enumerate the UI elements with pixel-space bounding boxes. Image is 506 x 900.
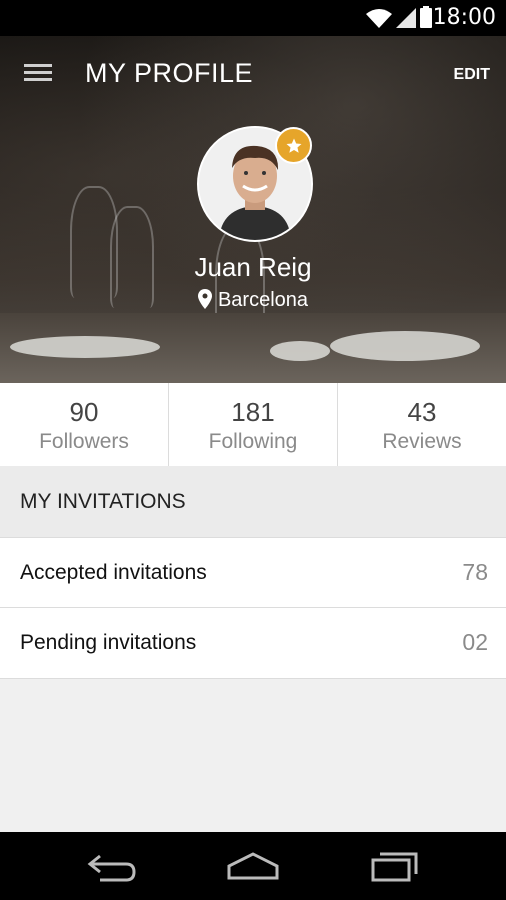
wifi-signal-battery-icons	[366, 6, 432, 28]
stat-reviews-value: 43	[407, 397, 437, 427]
status-bar: 18:00	[0, 0, 506, 36]
stat-followers-value: 90	[69, 397, 99, 427]
page-title: MY PROFILE	[85, 58, 254, 88]
plate-image	[10, 336, 160, 358]
location-pin-icon	[197, 289, 212, 309]
status-time: 18:00	[432, 5, 496, 30]
star-badge	[275, 127, 312, 164]
status-icons	[364, 6, 434, 35]
hamburger-icon	[24, 64, 52, 67]
accepted-invitations-label: Accepted invitations	[20, 561, 207, 584]
accepted-invitations-row[interactable]: Accepted invitations 78	[0, 537, 506, 608]
profile-location: Barcelona	[0, 289, 506, 312]
home-icon	[227, 852, 279, 880]
system-nav-bar	[0, 832, 506, 900]
back-icon	[87, 854, 136, 882]
stat-reviews[interactable]: 43 Reviews	[338, 383, 506, 466]
menu-button[interactable]	[24, 60, 54, 90]
stat-reviews-label: Reviews	[382, 430, 462, 453]
edit-button[interactable]: EDIT	[454, 66, 490, 84]
pending-invitations-label: Pending invitations	[20, 631, 197, 654]
hamburger-line	[24, 78, 52, 81]
back-button[interactable]	[86, 850, 138, 887]
stat-following-label: Following	[208, 430, 298, 453]
plate-image	[330, 331, 480, 361]
stat-following-value: 181	[231, 397, 275, 427]
recents-button[interactable]	[370, 850, 420, 887]
home-button[interactable]	[226, 850, 280, 887]
recents-icon	[371, 852, 418, 882]
location-label: Barcelona	[217, 289, 309, 311]
pending-invitations-count: 02	[462, 629, 488, 655]
accepted-invitations-count: 78	[462, 559, 488, 585]
invitations-title: MY INVITATIONS	[20, 490, 186, 513]
stat-following[interactable]: 181 Following	[169, 383, 338, 466]
stat-followers-label: Followers	[39, 430, 129, 453]
invitations-section-header: MY INVITATIONS	[0, 466, 506, 537]
profile-name: Juan Reig	[194, 252, 312, 282]
pending-invitations-row[interactable]: Pending invitations 02	[0, 607, 506, 679]
hamburger-line	[24, 71, 52, 74]
star-icon	[286, 138, 301, 153]
stat-followers[interactable]: 90 Followers	[0, 383, 169, 466]
bowl-image	[270, 341, 330, 361]
profile-stats: 90 Followers 181 Following 43 Reviews	[0, 383, 506, 467]
